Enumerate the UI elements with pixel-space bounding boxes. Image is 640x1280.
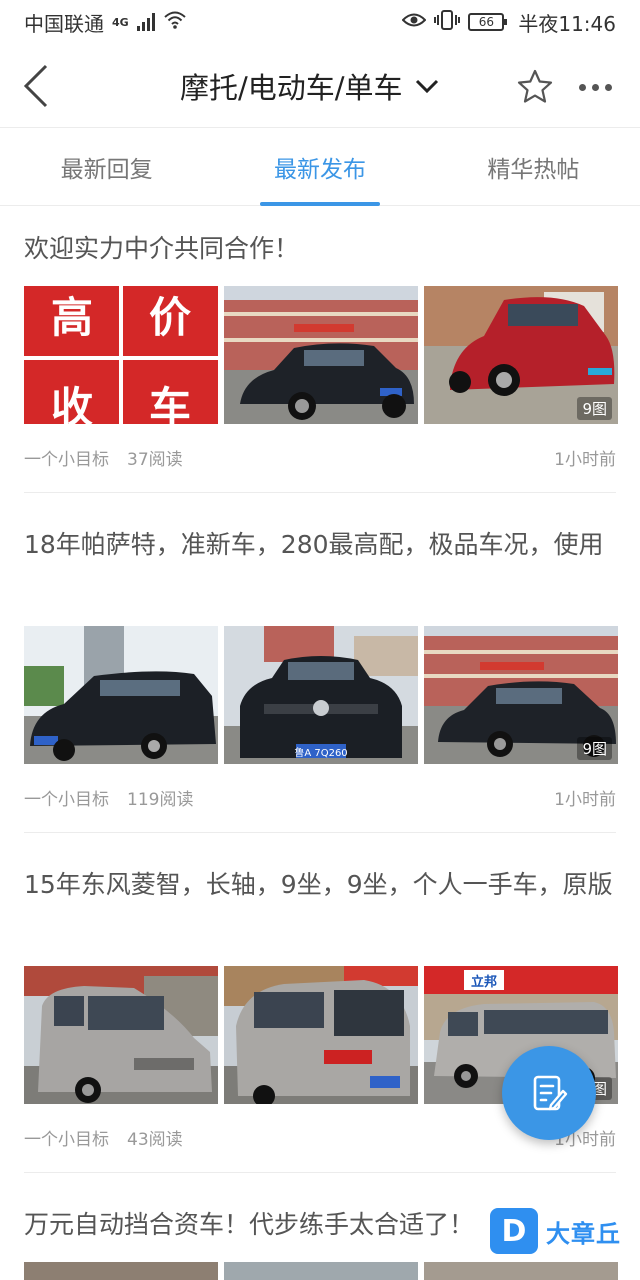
post-time: 1小时前 xyxy=(554,789,616,810)
more-dots-icon xyxy=(578,83,612,91)
post-title: 15年东风菱智，长轴，9坐，9坐，个人一手车，原版 xyxy=(24,870,613,899)
post-image[interactable] xyxy=(24,966,218,1104)
read-count: 119阅读 xyxy=(127,789,194,810)
sign-char: 车 xyxy=(149,383,191,424)
post-thumbnails xyxy=(24,1262,618,1280)
site-watermark: D 大章丘 xyxy=(490,1206,636,1256)
watermark-logo: D xyxy=(490,1208,538,1254)
forum-selector[interactable]: 摩托/电动车/单车 xyxy=(180,44,439,128)
vibrate-icon xyxy=(434,9,461,35)
post-image[interactable] xyxy=(224,1262,418,1280)
battery-icon: 66 xyxy=(468,13,508,31)
read-count: 43阅读 xyxy=(127,1129,183,1150)
tab-latest-posts[interactable]: 最新发布 xyxy=(213,128,426,206)
new-post-button[interactable] xyxy=(502,1046,596,1140)
post-author[interactable]: 一个小目标 xyxy=(24,785,109,810)
nav-bar: 摩托/电动车/单车 xyxy=(0,44,640,128)
star-outline-icon xyxy=(517,69,553,103)
post-title: 欢迎实力中介共同合作！ xyxy=(24,234,300,263)
post-meta: 一个小目标 37阅读 1小时前 xyxy=(24,442,616,472)
post-image[interactable] xyxy=(224,286,418,424)
post-image[interactable]: 9图 xyxy=(424,626,618,764)
post-author[interactable]: 一个小目标 xyxy=(24,445,109,470)
status-bar: 中国联通 4G 66 半夜11:46 xyxy=(0,0,640,44)
status-left: 中国联通 4G xyxy=(24,8,187,37)
tab-featured-hot[interactable]: 精华热帖 xyxy=(427,128,640,206)
license-plate: 鲁A 7Q260 xyxy=(294,746,347,759)
eye-icon xyxy=(401,10,427,34)
favorite-button[interactable] xyxy=(514,66,556,108)
picture-count-badge: 9图 xyxy=(577,737,612,760)
more-button[interactable] xyxy=(572,66,618,108)
post-meta: 一个小目标 119阅读 1小时前 xyxy=(24,782,616,812)
post-title: 18年帕萨特，准新车，280最高配，极品车况，使用 xyxy=(24,530,604,559)
status-right: 66 半夜11:46 xyxy=(401,8,616,37)
post-image[interactable] xyxy=(24,626,218,764)
post-thumbnails: 鲁A 7Q260 9图 xyxy=(24,626,618,764)
signal-icon xyxy=(136,13,155,31)
chevron-down-icon xyxy=(415,79,438,93)
read-count: 37阅读 xyxy=(127,449,183,470)
page-title: 摩托/电动车/单车 xyxy=(180,71,403,105)
store-sign: 立邦 xyxy=(471,974,497,990)
post-image[interactable]: 鲁A 7Q260 xyxy=(224,626,418,764)
post-author[interactable]: 一个小目标 xyxy=(24,1125,109,1150)
post-item-1[interactable]: 欢迎实力中介共同合作！ 高 价 收 车 9图 一个小目标 37阅读 1小时前 xyxy=(0,206,640,493)
watermark-text: 大章丘 xyxy=(546,1219,621,1248)
tab-bar: 最新回复 最新发布 精华热帖 xyxy=(0,128,640,206)
sign-char: 高 xyxy=(51,293,93,342)
post-image[interactable]: 9图 xyxy=(424,286,618,424)
tab-latest-replies[interactable]: 最新回复 xyxy=(0,128,213,206)
sign-char: 收 xyxy=(51,383,93,424)
clock: 半夜11:46 xyxy=(518,11,616,36)
back-button[interactable] xyxy=(14,62,58,110)
wifi-icon xyxy=(163,10,187,35)
post-thumbnails: 高 价 收 车 9图 xyxy=(24,286,618,424)
edit-post-icon xyxy=(533,1075,568,1111)
picture-count-badge: 9图 xyxy=(577,397,612,420)
network-type: 4G xyxy=(112,15,129,29)
carrier-name: 中国联通 xyxy=(24,11,104,36)
post-item-2[interactable]: 18年帕萨特，准新车，280最高配，极品车况，使用 鲁A 7Q260 9图 一个… xyxy=(0,492,640,833)
chevron-left-icon xyxy=(23,64,48,108)
post-image[interactable]: 高 价 收 车 xyxy=(24,286,218,424)
sign-char: 价 xyxy=(149,293,191,342)
post-image[interactable] xyxy=(224,966,418,1104)
post-image[interactable] xyxy=(424,1262,618,1280)
post-time: 1小时前 xyxy=(554,449,616,470)
post-image[interactable] xyxy=(24,1262,218,1280)
